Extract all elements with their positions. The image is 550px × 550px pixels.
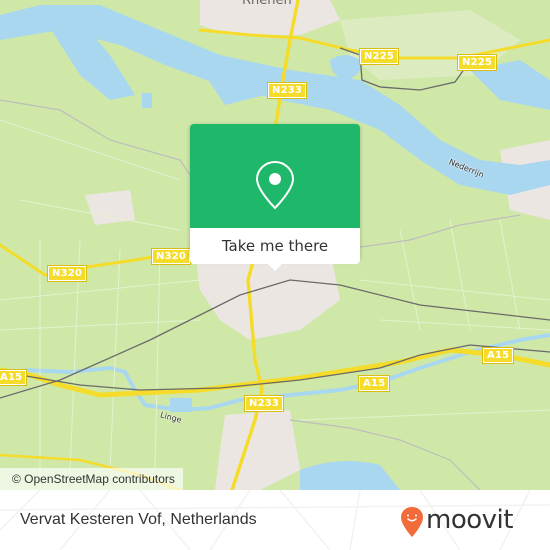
location-popup: Take me there bbox=[190, 124, 360, 271]
road-label-n320: N320 bbox=[46, 265, 88, 282]
pond-linge bbox=[170, 398, 192, 412]
map-attribution[interactable]: © OpenStreetMap contributors bbox=[0, 468, 183, 490]
place-name: Vervat Kesteren Vof, Netherlands bbox=[20, 511, 257, 528]
location-pin-icon bbox=[255, 160, 295, 210]
popup-header bbox=[190, 124, 360, 228]
road-label-n233: N233 bbox=[266, 82, 308, 99]
popup-pointer bbox=[267, 263, 283, 271]
place-label-rhenen: Rhenen bbox=[242, 0, 292, 8]
moovit-wordmark: moovit bbox=[426, 505, 513, 535]
footer: Vervat Kesteren Vof, Netherlands moovit bbox=[0, 490, 550, 550]
road-label-a15: A15 bbox=[0, 369, 28, 386]
road-label-a15: A15 bbox=[357, 375, 391, 392]
road-label-n320: N320 bbox=[150, 248, 192, 265]
road-label-n225: N225 bbox=[456, 54, 498, 71]
road-label-a15: A15 bbox=[481, 347, 515, 364]
road-label-n233: N233 bbox=[243, 395, 285, 412]
map[interactable]: Rhenen N225 N225 N233 N320 N320 A15 A15 … bbox=[0, 0, 550, 490]
road-label-n225: N225 bbox=[358, 48, 400, 65]
take-me-there-button[interactable]: Take me there bbox=[190, 228, 360, 264]
pond-a bbox=[142, 93, 152, 108]
moovit-pin-icon bbox=[401, 507, 423, 537]
